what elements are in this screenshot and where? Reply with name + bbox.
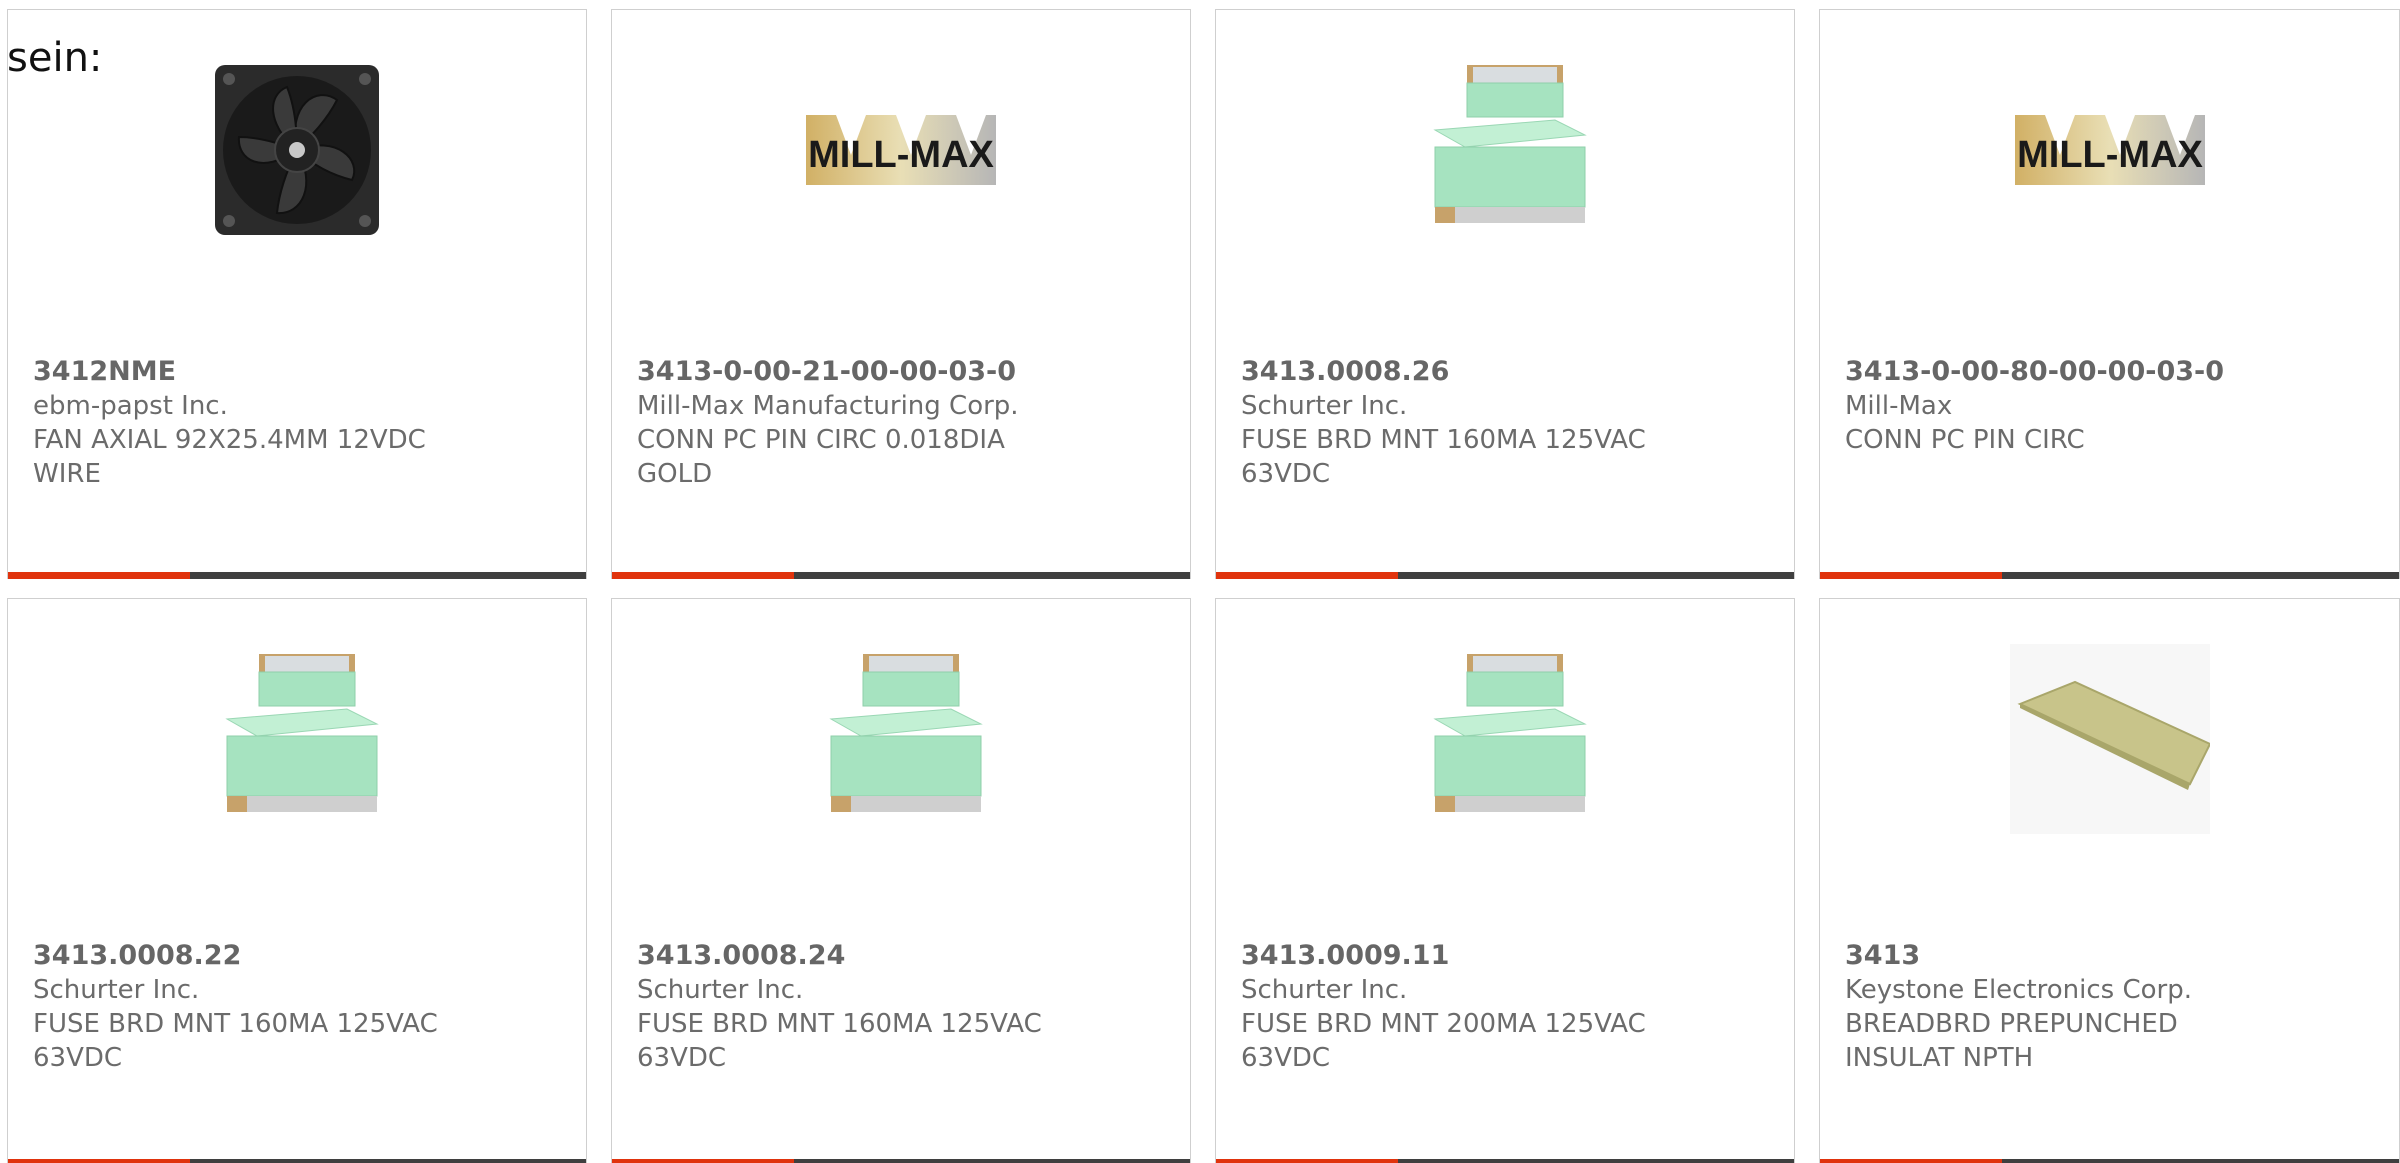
- fuse-icon: [225, 654, 379, 812]
- card-bottom-bar: [612, 1159, 1190, 1163]
- manufacturer: ebm-papst Inc.: [33, 391, 228, 421]
- product-image: MILL-MAX: [1820, 50, 2399, 250]
- product-card-5[interactable]: 3413.0008.22 Schurter Inc. FUSE BRD MNT …: [7, 598, 587, 1163]
- product-grid-page: sein: 3412NME ebm-papst Inc. FAN AXIAL 9…: [0, 0, 2400, 1163]
- manufacturer: Schurter Inc.: [33, 975, 200, 1005]
- fuse-icon: [829, 654, 983, 812]
- mill-max-logo: MILL-MAX: [2014, 115, 2205, 185]
- product-card-1[interactable]: 3412NME ebm-papst Inc. FAN AXIAL 92X25.4…: [7, 9, 587, 579]
- product-info: 3413-0-00-80-00-00-03-0 Mill-Max CONN PC…: [1845, 355, 2379, 457]
- part-number[interactable]: 3413-0-00-21-00-00-03-0: [637, 355, 1170, 389]
- product-image: [1216, 50, 1794, 250]
- card-bottom-bar: [1820, 572, 2399, 579]
- product-card-4[interactable]: MILL-MAX 3413-0-00-80-00-00-03-0 Mill-Ma…: [1819, 9, 2400, 579]
- product-info: 3413 Keystone Electronics Corp. BREADBRD…: [1845, 939, 2379, 1075]
- breadboard-icon: [2009, 644, 2210, 834]
- fan-icon: [215, 65, 379, 235]
- product-info: 3413-0-00-21-00-00-03-0 Mill-Max Manufac…: [637, 355, 1170, 491]
- part-number[interactable]: 3413-0-00-80-00-00-03-0: [1845, 355, 2379, 389]
- part-number[interactable]: 3413: [1845, 939, 2379, 973]
- part-number[interactable]: 3413.0008.24: [637, 939, 1170, 973]
- manufacturer: Mill-Max Manufacturing Corp.: [637, 391, 1019, 421]
- product-info: 3413.0008.22 Schurter Inc. FUSE BRD MNT …: [33, 939, 566, 1075]
- product-image: [1820, 639, 2399, 839]
- card-bottom-bar: [612, 572, 1190, 579]
- description-line-1: CONN PC PIN CIRC: [1845, 425, 2085, 455]
- product-card-2[interactable]: MILL-MAX 3413-0-00-21-00-00-03-0 Mill-Ma…: [611, 9, 1191, 579]
- description-line-2: INSULAT NPTH: [1845, 1043, 2034, 1073]
- svg-text:MILL-MAX: MILL-MAX: [808, 134, 994, 176]
- card-bottom-bar: [1216, 572, 1794, 579]
- description-line-1: FUSE BRD MNT 160MA 125VAC: [1241, 425, 1646, 455]
- card-accent-bar: [612, 572, 794, 579]
- manufacturer: Schurter Inc.: [637, 975, 804, 1005]
- card-bottom-bar: [8, 572, 586, 579]
- part-number[interactable]: 3413.0008.26: [1241, 355, 1774, 389]
- product-card-3[interactable]: 3413.0008.26 Schurter Inc. FUSE BRD MNT …: [1215, 9, 1795, 579]
- product-card-8[interactable]: 3413 Keystone Electronics Corp. BREADBRD…: [1819, 598, 2400, 1163]
- manufacturer: Schurter Inc.: [1241, 391, 1408, 421]
- mill-max-logo: MILL-MAX: [806, 115, 996, 185]
- description-line-1: FUSE BRD MNT 200MA 125VAC: [1241, 1009, 1646, 1039]
- description-line-1: FAN AXIAL 92X25.4MM 12VDC: [33, 425, 426, 455]
- fuse-icon: [1433, 654, 1587, 812]
- description-line-1: BREADBRD PREPUNCHED: [1845, 1009, 2178, 1039]
- part-number[interactable]: 3412NME: [33, 355, 566, 389]
- card-accent-bar: [612, 1159, 794, 1163]
- part-number[interactable]: 3413.0009.11: [1241, 939, 1774, 973]
- product-image: [612, 639, 1190, 839]
- card-accent-bar: [1216, 572, 1398, 579]
- description-line-2: 63VDC: [637, 1043, 727, 1073]
- manufacturer: Schurter Inc.: [1241, 975, 1408, 1005]
- product-info: 3413.0008.24 Schurter Inc. FUSE BRD MNT …: [637, 939, 1170, 1075]
- description-line-2: WIRE: [33, 459, 101, 489]
- intro-text: sein:: [7, 35, 103, 81]
- product-info: 3413.0009.11 Schurter Inc. FUSE BRD MNT …: [1241, 939, 1774, 1075]
- card-bottom-bar: [8, 1159, 586, 1163]
- product-card-6[interactable]: 3413.0008.24 Schurter Inc. FUSE BRD MNT …: [611, 598, 1191, 1163]
- description-line-1: FUSE BRD MNT 160MA 125VAC: [33, 1009, 438, 1039]
- description-line-2: 63VDC: [33, 1043, 123, 1073]
- card-bottom-bar: [1820, 1159, 2399, 1163]
- description-line-2: GOLD: [637, 459, 713, 489]
- card-accent-bar: [1216, 1159, 1398, 1163]
- product-info: 3412NME ebm-papst Inc. FAN AXIAL 92X25.4…: [33, 355, 566, 491]
- card-accent-bar: [8, 572, 190, 579]
- manufacturer: Keystone Electronics Corp.: [1845, 975, 2193, 1005]
- product-image: MILL-MAX: [612, 50, 1190, 250]
- description-line-1: CONN PC PIN CIRC 0.018DIA: [637, 425, 1005, 455]
- part-number[interactable]: 3413.0008.22: [33, 939, 566, 973]
- fuse-icon: [1433, 65, 1587, 223]
- card-accent-bar: [8, 1159, 190, 1163]
- product-card-7[interactable]: 3413.0009.11 Schurter Inc. FUSE BRD MNT …: [1215, 598, 1795, 1163]
- description-line-2: 63VDC: [1241, 459, 1331, 489]
- product-info: 3413.0008.26 Schurter Inc. FUSE BRD MNT …: [1241, 355, 1774, 491]
- description-line-2: 63VDC: [1241, 1043, 1331, 1073]
- card-bottom-bar: [1216, 1159, 1794, 1163]
- svg-text:MILL-MAX: MILL-MAX: [2017, 134, 2203, 176]
- product-image: [1216, 639, 1794, 839]
- description-line-1: FUSE BRD MNT 160MA 125VAC: [637, 1009, 1042, 1039]
- product-image: [8, 639, 586, 839]
- card-accent-bar: [1820, 1159, 2002, 1163]
- card-accent-bar: [1820, 572, 2002, 579]
- manufacturer: Mill-Max: [1845, 391, 1953, 421]
